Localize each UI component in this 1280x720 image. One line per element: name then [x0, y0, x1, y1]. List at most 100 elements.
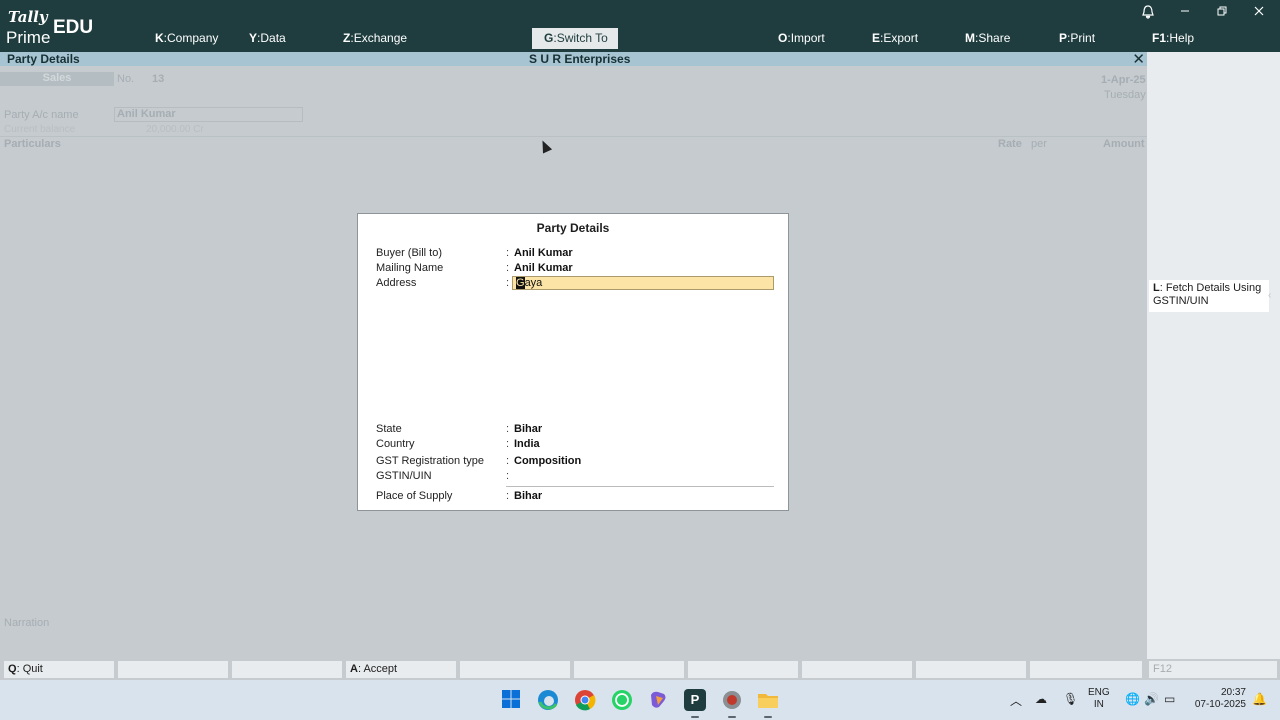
battery-icon[interactable]: ▭ [1164, 692, 1175, 706]
running-indicator [728, 716, 736, 718]
button-key: A [350, 663, 358, 675]
menu-key: G [544, 31, 554, 45]
empty-button [1030, 661, 1142, 678]
menu-print[interactable]: P:Print [1059, 31, 1095, 45]
bottom-button-bar: Q: Quit A: Accept F12 [0, 659, 1280, 680]
mailing-name-label: Mailing Name [376, 262, 444, 274]
whatsapp-icon[interactable] [611, 689, 633, 711]
gst-type-value[interactable]: Composition [514, 455, 581, 467]
cloud-icon[interactable]: ☁ [1035, 692, 1047, 706]
edge-icon[interactable] [537, 689, 559, 711]
recorder-icon[interactable] [721, 689, 743, 711]
empty-button [916, 661, 1026, 678]
menu-key: K [155, 31, 164, 45]
accept-button[interactable]: A: Accept [346, 661, 456, 678]
menu-label: Exchange [353, 31, 408, 45]
windows-taskbar: P ︿ ☁ 🎙 ENG IN 🌐 🔊 ▭ 20:37 07-10-2025 🔔 [0, 680, 1280, 720]
colon: : [506, 470, 510, 482]
menu-exchange[interactable]: Z:Exchange [343, 31, 407, 45]
minimize-icon[interactable] [1175, 5, 1195, 23]
logo-brand: Tally [8, 8, 48, 26]
rate-header: Rate [998, 138, 1022, 150]
empty-button [118, 661, 228, 678]
copilot-icon[interactable] [647, 689, 669, 711]
party-details-dialog: Party Details Buyer (Bill to) : Anil Kum… [357, 213, 789, 511]
menu-export[interactable]: E:Export [872, 31, 918, 45]
button-label: Quit [22, 663, 43, 675]
colon: : [506, 438, 510, 450]
chevron-right-icon: ‹ [1268, 290, 1272, 301]
column-header-line [0, 136, 1147, 137]
menu-key: Y [249, 31, 258, 45]
gst-type-label: GST Registration type [376, 455, 485, 467]
microphone-icon[interactable]: 🎙 [1063, 692, 1078, 706]
country-label: Country [376, 438, 415, 450]
country-value[interactable]: India [514, 438, 540, 450]
place-of-supply-value[interactable]: Bihar [514, 490, 542, 502]
close-icon[interactable] [1249, 5, 1269, 23]
colon: : [506, 262, 510, 274]
menu-data[interactable]: Y:Data [249, 31, 286, 45]
clock[interactable]: 20:37 07-10-2025 [1190, 687, 1246, 711]
network-icon[interactable]: 🌐 [1125, 692, 1140, 706]
voucher-day: Tuesday [1104, 89, 1146, 101]
chevron-up-icon[interactable]: ︿ [1010, 692, 1022, 709]
menu-company[interactable]: K:Company [155, 31, 218, 45]
chrome-icon[interactable] [574, 689, 596, 711]
empty-button [460, 661, 570, 678]
menu-label: Data [260, 31, 286, 45]
state-label: State [376, 423, 402, 435]
menu-label: Share [978, 31, 1011, 45]
running-indicator [764, 716, 772, 718]
menu-key: O [778, 31, 788, 45]
colon: : [506, 455, 510, 467]
tally-prime-icon[interactable]: P [684, 689, 706, 711]
notification-icon[interactable]: 🔔 [1252, 692, 1267, 706]
party-label: Party A/c name [4, 109, 79, 121]
button-key: Q [8, 663, 17, 675]
menu-key: F1 [1152, 31, 1167, 45]
button-key: L [1153, 282, 1160, 294]
quit-button[interactable]: Q: Quit [4, 661, 114, 678]
windows-start-icon[interactable] [500, 689, 522, 711]
party-value: Anil Kumar [117, 108, 176, 120]
bell-icon[interactable] [1138, 5, 1158, 23]
gstin-label: GSTIN/UIN [376, 470, 432, 482]
colon: : [506, 490, 510, 502]
menu-label: Company [167, 31, 219, 45]
fetch-gstin-button[interactable]: L: Fetch Details Using GSTIN/UIN [1149, 280, 1269, 312]
restore-icon[interactable] [1212, 5, 1232, 23]
date: 07-10-2025 [1194, 699, 1246, 710]
language-indicator[interactable]: ENG IN [1088, 687, 1110, 711]
menu-share[interactable]: M:Share [965, 31, 1010, 45]
colon: : [506, 423, 510, 435]
menu-label: Switch To [556, 31, 608, 45]
buyer-value[interactable]: Anil Kumar [514, 247, 573, 259]
logo-product: Prime [6, 28, 51, 47]
region-code: IN [1093, 699, 1104, 710]
close-screen-icon[interactable]: ✕ [1132, 50, 1145, 68]
address-input[interactable]: Gaya [512, 276, 774, 290]
particulars-header: Particulars [4, 138, 61, 150]
per-header: per [1031, 138, 1047, 150]
text-cursor: G [516, 277, 525, 289]
f12-button[interactable]: F12 [1149, 661, 1277, 678]
menu-switch-to[interactable]: G:Switch To [532, 28, 618, 49]
voucher-date: 1-Apr-25 [1101, 74, 1146, 86]
mailing-name-value[interactable]: Anil Kumar [514, 262, 573, 274]
screen-title: Party Details [7, 52, 80, 66]
file-explorer-icon[interactable] [757, 689, 779, 711]
screen-title-bar: Party Details S U R Enterprises ✕ [0, 50, 1147, 68]
menu-key: E [872, 31, 881, 45]
menu-help[interactable]: F1:Help [1152, 31, 1194, 45]
volume-icon[interactable]: 🔊 [1144, 692, 1159, 706]
amount-header: Amount [1103, 138, 1145, 150]
colon: : [506, 247, 510, 259]
balance-label: Current balance [4, 124, 76, 135]
menu-import[interactable]: O:Import [778, 31, 825, 45]
divider [506, 486, 774, 487]
state-value[interactable]: Bihar [514, 423, 542, 435]
button-label: Fetch Details Using GSTIN/UIN [1153, 282, 1262, 307]
voucher-no-value: 13 [152, 73, 165, 85]
narration-label: Narration [4, 617, 50, 629]
